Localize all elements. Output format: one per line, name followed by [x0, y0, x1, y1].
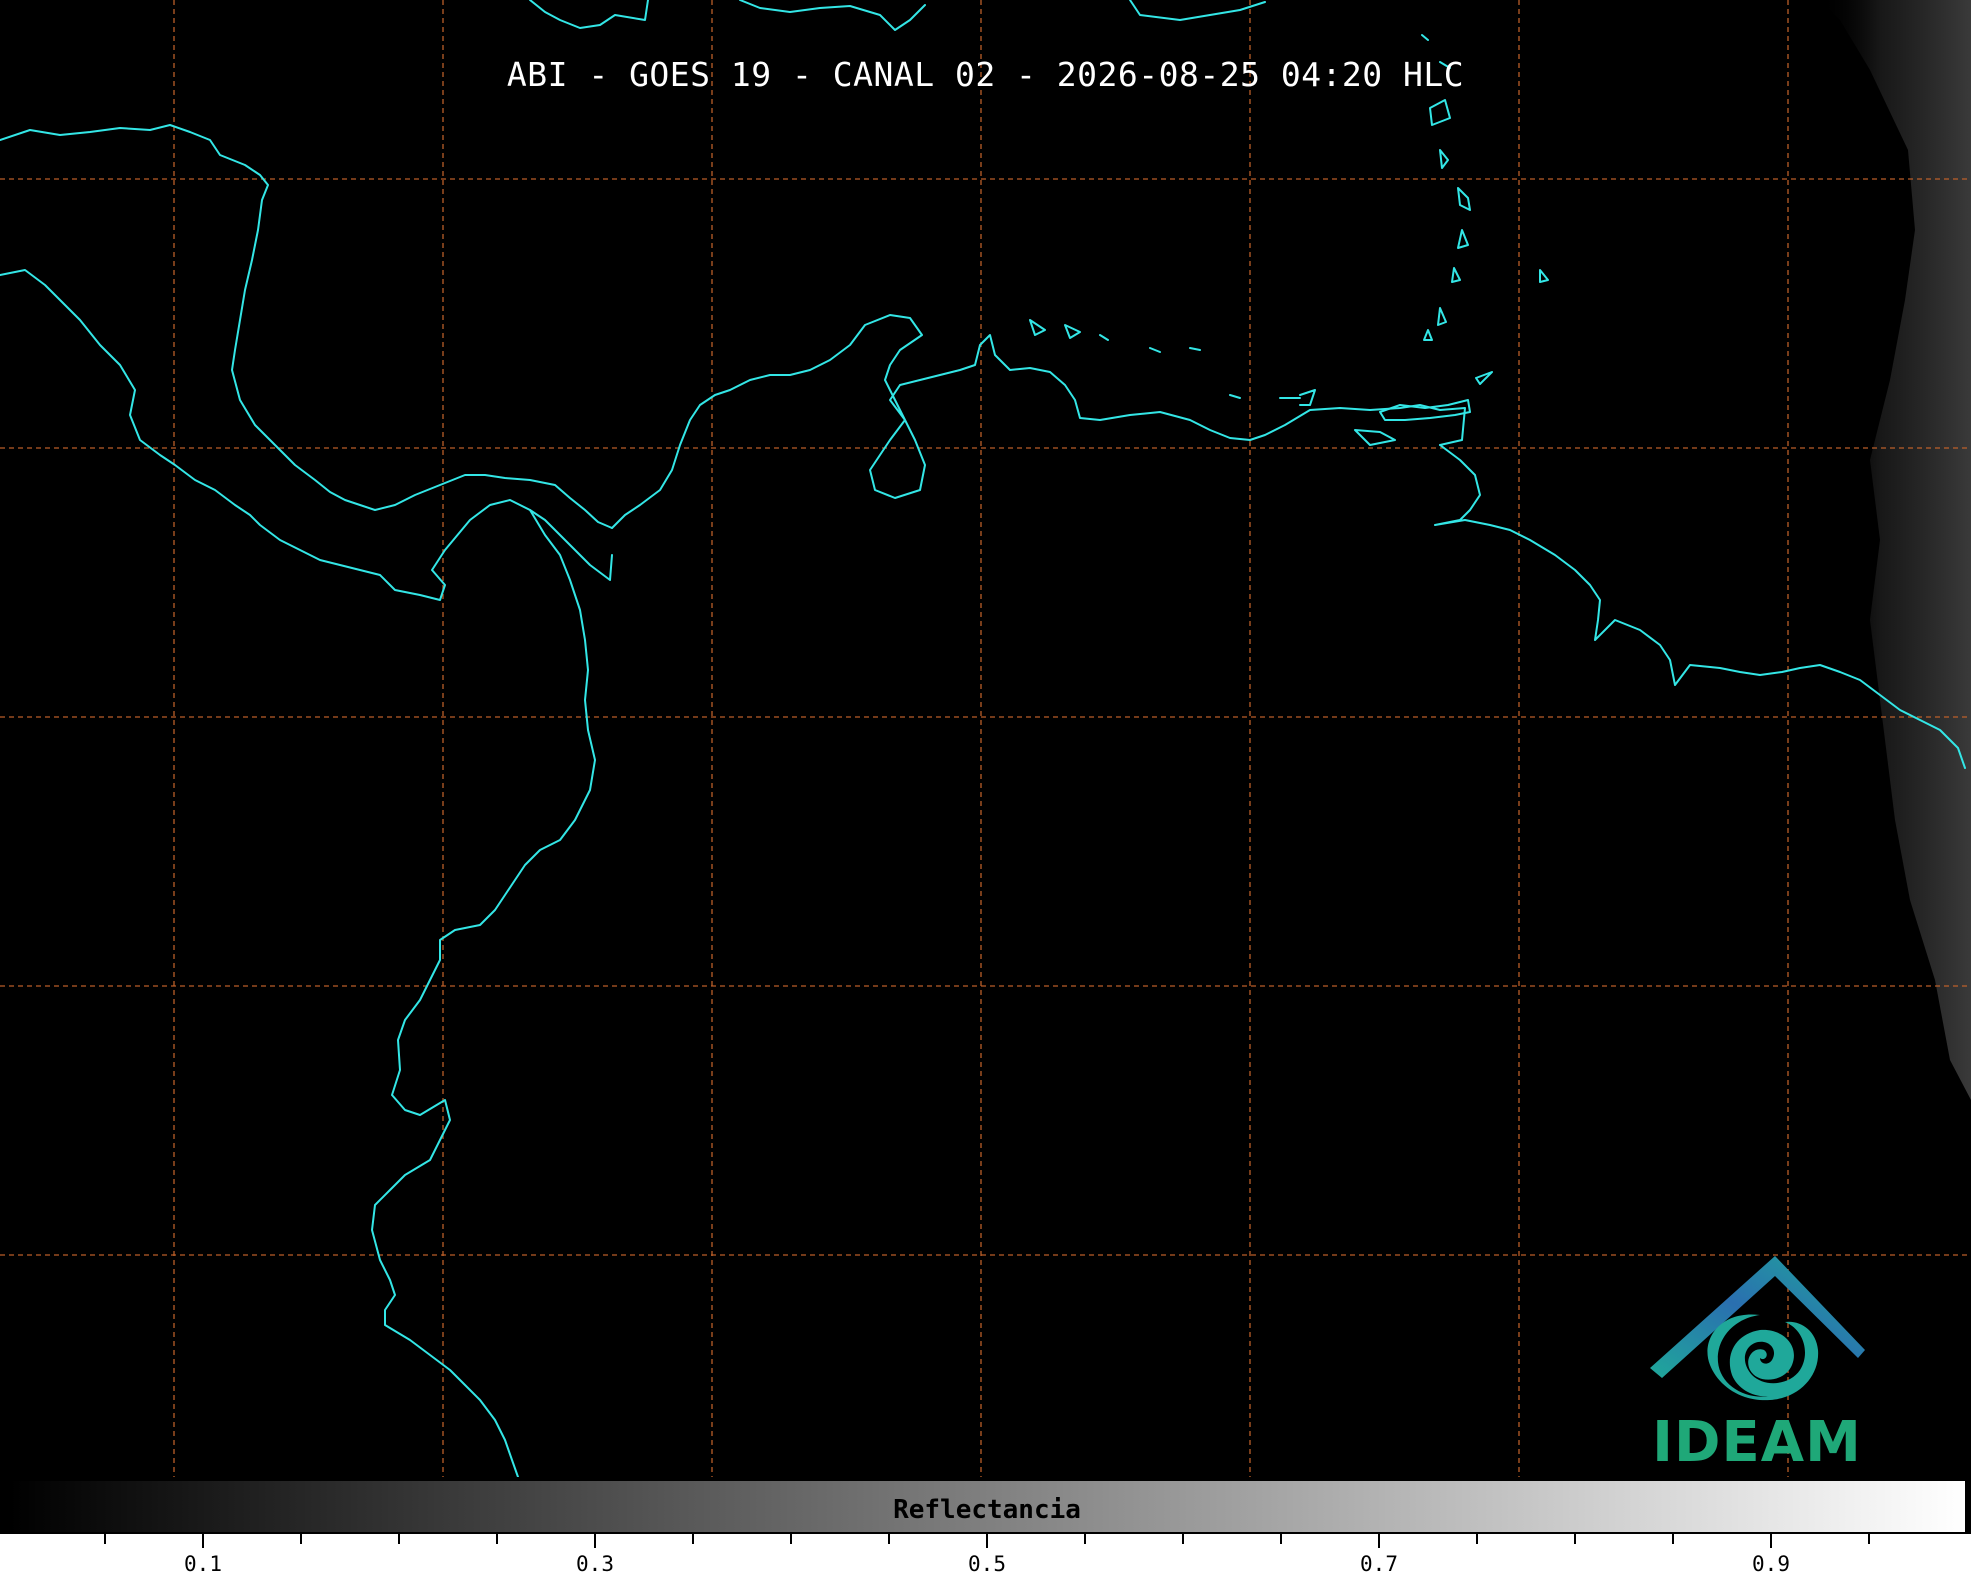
colorbar-minor-tick [1084, 1534, 1086, 1544]
cloud-haze [1820, 0, 1971, 1100]
colorbar-label: Reflectancia [893, 1495, 1081, 1525]
logo-swirl [1707, 1314, 1819, 1401]
map-title: ABI - GOES 19 - CANAL 02 - 2026-08-25 04… [506, 55, 1465, 94]
coastline-trinidad [1354, 399, 1471, 446]
colorbar-minor-tick [1476, 1534, 1478, 1544]
coastline-colombia-pacific [371, 509, 596, 1477]
satellite-map-frame: ABI - GOES 19 - CANAL 02 - 2026-08-25 04… [0, 0, 1971, 1577]
coastline-small-islands [1029, 319, 1316, 406]
colorbar-minor-tick [1280, 1534, 1282, 1544]
colorbar: Reflectancia [7, 1479, 1967, 1534]
coastline-yucatan [0, 124, 613, 529]
colorbar-minor-tick [1574, 1534, 1576, 1544]
colorbar-tick-label: 0.1 [184, 1552, 222, 1576]
colorbar-minor-tick [692, 1534, 694, 1544]
colorbar-tick-label: 0.5 [968, 1552, 1006, 1576]
coastline-pacific-central-america [0, 269, 613, 601]
colorbar-minor-tick [104, 1534, 106, 1544]
colorbar-minor-tick [1672, 1534, 1674, 1544]
colorbar-minor-tick [790, 1534, 792, 1544]
colorbar-minor-tick [496, 1534, 498, 1544]
colorbar-tick-label: 0.3 [576, 1552, 614, 1576]
logo-text: IDEAM [1652, 1410, 1862, 1475]
colorbar-major-tick [594, 1534, 596, 1548]
colorbar-major-tick [1770, 1534, 1772, 1548]
colorbar-minor-tick [398, 1534, 400, 1544]
colorbar-major-tick [986, 1534, 988, 1548]
colorbar-axis: 0.1 0.3 0.5 0.7 0.9 [0, 1534, 1971, 1577]
colorbar-minor-tick [300, 1534, 302, 1544]
colorbar-major-tick [202, 1534, 204, 1548]
colorbar-tick-label: 0.9 [1752, 1552, 1790, 1576]
colorbar-minor-tick [1868, 1534, 1870, 1544]
coastline-greater-antilles [529, 0, 1266, 31]
coastline-caribbean-south [611, 314, 1466, 529]
colorbar-minor-tick [888, 1534, 890, 1544]
colorbar-tick-label: 0.7 [1360, 1552, 1398, 1576]
colorbar-major-tick [1378, 1534, 1380, 1548]
colorbar-minor-tick [1182, 1534, 1184, 1544]
